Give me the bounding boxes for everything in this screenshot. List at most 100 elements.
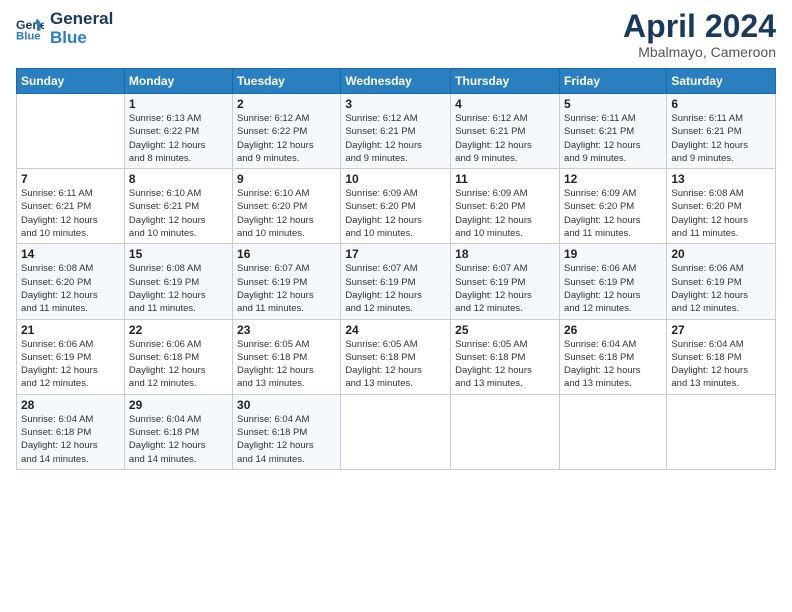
- weekday-header-friday: Friday: [559, 69, 666, 94]
- day-cell: 1Sunrise: 6:13 AMSunset: 6:22 PMDaylight…: [124, 94, 232, 169]
- day-cell: 21Sunrise: 6:06 AMSunset: 6:19 PMDayligh…: [17, 319, 125, 394]
- day-cell: 4Sunrise: 6:12 AMSunset: 6:21 PMDaylight…: [451, 94, 560, 169]
- day-detail: Sunrise: 6:04 AMSunset: 6:18 PMDaylight:…: [129, 413, 228, 466]
- day-detail: Sunrise: 6:07 AMSunset: 6:19 PMDaylight:…: [455, 262, 555, 315]
- day-detail: Sunrise: 6:09 AMSunset: 6:20 PMDaylight:…: [564, 187, 662, 240]
- day-number: 2: [237, 97, 336, 111]
- day-number: 14: [21, 247, 120, 261]
- weekday-header-thursday: Thursday: [451, 69, 560, 94]
- day-number: 3: [345, 97, 446, 111]
- day-detail: Sunrise: 6:04 AMSunset: 6:18 PMDaylight:…: [237, 413, 336, 466]
- day-cell: 24Sunrise: 6:05 AMSunset: 6:18 PMDayligh…: [341, 319, 451, 394]
- day-cell: 25Sunrise: 6:05 AMSunset: 6:18 PMDayligh…: [451, 319, 560, 394]
- day-cell: 3Sunrise: 6:12 AMSunset: 6:21 PMDaylight…: [341, 94, 451, 169]
- day-detail: Sunrise: 6:06 AMSunset: 6:19 PMDaylight:…: [564, 262, 662, 315]
- logo-icon: General Blue: [16, 15, 44, 43]
- day-cell: 28Sunrise: 6:04 AMSunset: 6:18 PMDayligh…: [17, 394, 125, 469]
- day-cell: 16Sunrise: 6:07 AMSunset: 6:19 PMDayligh…: [233, 244, 341, 319]
- weekday-header-tuesday: Tuesday: [233, 69, 341, 94]
- week-row-3: 14Sunrise: 6:08 AMSunset: 6:20 PMDayligh…: [17, 244, 776, 319]
- day-cell: [451, 394, 560, 469]
- day-number: 29: [129, 398, 228, 412]
- day-detail: Sunrise: 6:08 AMSunset: 6:19 PMDaylight:…: [129, 262, 228, 315]
- day-number: 26: [564, 323, 662, 337]
- day-detail: Sunrise: 6:04 AMSunset: 6:18 PMDaylight:…: [564, 338, 662, 391]
- main-title: April 2024: [623, 10, 776, 42]
- day-number: 8: [129, 172, 228, 186]
- day-cell: 27Sunrise: 6:04 AMSunset: 6:18 PMDayligh…: [667, 319, 776, 394]
- day-cell: 17Sunrise: 6:07 AMSunset: 6:19 PMDayligh…: [341, 244, 451, 319]
- logo-blue: Blue: [50, 29, 113, 48]
- day-cell: 18Sunrise: 6:07 AMSunset: 6:19 PMDayligh…: [451, 244, 560, 319]
- day-number: 27: [671, 323, 771, 337]
- day-cell: [667, 394, 776, 469]
- day-number: 23: [237, 323, 336, 337]
- day-detail: Sunrise: 6:13 AMSunset: 6:22 PMDaylight:…: [129, 112, 228, 165]
- day-cell: 5Sunrise: 6:11 AMSunset: 6:21 PMDaylight…: [559, 94, 666, 169]
- day-detail: Sunrise: 6:05 AMSunset: 6:18 PMDaylight:…: [455, 338, 555, 391]
- day-cell: 14Sunrise: 6:08 AMSunset: 6:20 PMDayligh…: [17, 244, 125, 319]
- weekday-header-monday: Monday: [124, 69, 232, 94]
- day-detail: Sunrise: 6:11 AMSunset: 6:21 PMDaylight:…: [564, 112, 662, 165]
- weekday-header-row: SundayMondayTuesdayWednesdayThursdayFrid…: [17, 69, 776, 94]
- day-number: 4: [455, 97, 555, 111]
- calendar-body: 1Sunrise: 6:13 AMSunset: 6:22 PMDaylight…: [17, 94, 776, 470]
- week-row-2: 7Sunrise: 6:11 AMSunset: 6:21 PMDaylight…: [17, 169, 776, 244]
- day-cell: 23Sunrise: 6:05 AMSunset: 6:18 PMDayligh…: [233, 319, 341, 394]
- day-detail: Sunrise: 6:10 AMSunset: 6:20 PMDaylight:…: [237, 187, 336, 240]
- day-number: 15: [129, 247, 228, 261]
- calendar-page: General Blue General Blue April 2024 Mba…: [0, 0, 792, 612]
- day-cell: 11Sunrise: 6:09 AMSunset: 6:20 PMDayligh…: [451, 169, 560, 244]
- day-number: 30: [237, 398, 336, 412]
- day-cell: 20Sunrise: 6:06 AMSunset: 6:19 PMDayligh…: [667, 244, 776, 319]
- day-number: 19: [564, 247, 662, 261]
- day-detail: Sunrise: 6:12 AMSunset: 6:21 PMDaylight:…: [455, 112, 555, 165]
- day-detail: Sunrise: 6:09 AMSunset: 6:20 PMDaylight:…: [455, 187, 555, 240]
- day-number: 7: [21, 172, 120, 186]
- day-cell: 22Sunrise: 6:06 AMSunset: 6:18 PMDayligh…: [124, 319, 232, 394]
- day-cell: 12Sunrise: 6:09 AMSunset: 6:20 PMDayligh…: [559, 169, 666, 244]
- day-number: 12: [564, 172, 662, 186]
- svg-text:Blue: Blue: [16, 30, 41, 42]
- header: General Blue General Blue April 2024 Mba…: [16, 10, 776, 60]
- day-cell: 7Sunrise: 6:11 AMSunset: 6:21 PMDaylight…: [17, 169, 125, 244]
- day-detail: Sunrise: 6:10 AMSunset: 6:21 PMDaylight:…: [129, 187, 228, 240]
- week-row-1: 1Sunrise: 6:13 AMSunset: 6:22 PMDaylight…: [17, 94, 776, 169]
- day-number: 1: [129, 97, 228, 111]
- day-cell: 6Sunrise: 6:11 AMSunset: 6:21 PMDaylight…: [667, 94, 776, 169]
- day-number: 13: [671, 172, 771, 186]
- day-cell: 19Sunrise: 6:06 AMSunset: 6:19 PMDayligh…: [559, 244, 666, 319]
- day-cell: 10Sunrise: 6:09 AMSunset: 6:20 PMDayligh…: [341, 169, 451, 244]
- day-detail: Sunrise: 6:08 AMSunset: 6:20 PMDaylight:…: [671, 187, 771, 240]
- day-number: 10: [345, 172, 446, 186]
- subtitle: Mbalmayo, Cameroon: [623, 44, 776, 60]
- weekday-header-wednesday: Wednesday: [341, 69, 451, 94]
- weekday-header-sunday: Sunday: [17, 69, 125, 94]
- day-number: 24: [345, 323, 446, 337]
- day-cell: 26Sunrise: 6:04 AMSunset: 6:18 PMDayligh…: [559, 319, 666, 394]
- day-number: 18: [455, 247, 555, 261]
- day-detail: Sunrise: 6:04 AMSunset: 6:18 PMDaylight:…: [21, 413, 120, 466]
- day-cell: [17, 94, 125, 169]
- day-number: 22: [129, 323, 228, 337]
- logo-general: General: [50, 10, 113, 29]
- day-cell: 2Sunrise: 6:12 AMSunset: 6:22 PMDaylight…: [233, 94, 341, 169]
- day-cell: 9Sunrise: 6:10 AMSunset: 6:20 PMDaylight…: [233, 169, 341, 244]
- day-cell: 13Sunrise: 6:08 AMSunset: 6:20 PMDayligh…: [667, 169, 776, 244]
- day-detail: Sunrise: 6:12 AMSunset: 6:22 PMDaylight:…: [237, 112, 336, 165]
- week-row-4: 21Sunrise: 6:06 AMSunset: 6:19 PMDayligh…: [17, 319, 776, 394]
- day-number: 5: [564, 97, 662, 111]
- day-cell: [341, 394, 451, 469]
- day-detail: Sunrise: 6:09 AMSunset: 6:20 PMDaylight:…: [345, 187, 446, 240]
- day-detail: Sunrise: 6:08 AMSunset: 6:20 PMDaylight:…: [21, 262, 120, 315]
- day-cell: 15Sunrise: 6:08 AMSunset: 6:19 PMDayligh…: [124, 244, 232, 319]
- logo: General Blue General Blue: [16, 10, 113, 47]
- day-number: 11: [455, 172, 555, 186]
- day-number: 20: [671, 247, 771, 261]
- day-number: 16: [237, 247, 336, 261]
- week-row-5: 28Sunrise: 6:04 AMSunset: 6:18 PMDayligh…: [17, 394, 776, 469]
- calendar-table: SundayMondayTuesdayWednesdayThursdayFrid…: [16, 68, 776, 470]
- day-number: 6: [671, 97, 771, 111]
- weekday-header-saturday: Saturday: [667, 69, 776, 94]
- day-number: 17: [345, 247, 446, 261]
